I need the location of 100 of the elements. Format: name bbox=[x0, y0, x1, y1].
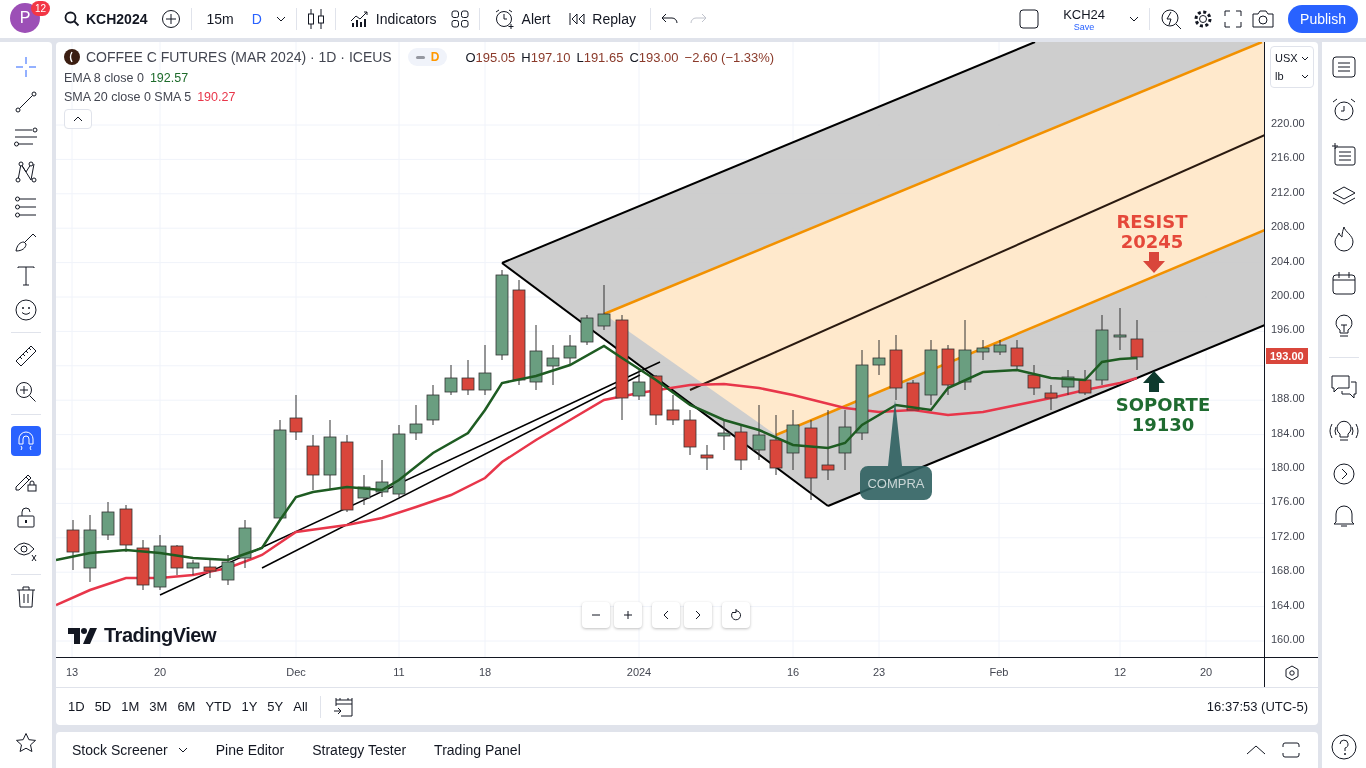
caret-icon[interactable] bbox=[275, 16, 286, 22]
trash-icon[interactable] bbox=[16, 586, 36, 608]
price-tick: 180.00 bbox=[1271, 461, 1305, 473]
caret-icon bbox=[1301, 73, 1309, 79]
zoom-out-button[interactable] bbox=[582, 602, 610, 628]
date-tick: 20 bbox=[1199, 666, 1213, 678]
indicator-name[interactable]: EMA 8 close 0 bbox=[64, 71, 144, 85]
range-button[interactable]: 6M bbox=[173, 695, 200, 718]
alarm-clock-icon[interactable] bbox=[1331, 97, 1357, 123]
camera-icon[interactable] bbox=[1252, 10, 1275, 28]
pattern-icon[interactable] bbox=[15, 161, 37, 183]
chevron-up-icon[interactable] bbox=[1246, 745, 1266, 755]
alert-button[interactable]: Alert bbox=[489, 6, 555, 32]
last-price-label: 193.00 bbox=[1266, 348, 1308, 364]
undo-icon[interactable] bbox=[660, 13, 679, 25]
eye-icon[interactable] bbox=[13, 541, 39, 563]
chat-icon[interactable] bbox=[1331, 375, 1357, 399]
coffee-bean-icon bbox=[64, 49, 80, 65]
date-tick: Feb bbox=[989, 666, 1009, 678]
replay-button[interactable]: Replay bbox=[564, 9, 640, 29]
ruler-icon[interactable] bbox=[14, 344, 38, 368]
parallel-lines-icon[interactable] bbox=[14, 126, 38, 148]
text-icon[interactable] bbox=[17, 266, 35, 286]
range-button[interactable]: 3M bbox=[145, 695, 172, 718]
lightbulb-icon[interactable] bbox=[1333, 314, 1355, 340]
logo-icon bbox=[68, 627, 98, 644]
price-change: −2.60 (−1.33%) bbox=[684, 49, 775, 65]
alarm-clock-icon bbox=[493, 8, 516, 30]
candles-icon[interactable] bbox=[306, 8, 325, 30]
caret-icon[interactable] bbox=[1129, 16, 1140, 22]
price-tick: 200.00 bbox=[1271, 289, 1305, 301]
chevron-right-icon bbox=[695, 610, 701, 620]
range-button[interactable]: 1Y bbox=[237, 695, 262, 718]
layers-icon[interactable] bbox=[1331, 185, 1357, 207]
plus-icon bbox=[623, 610, 633, 620]
maximize-icon[interactable] bbox=[1282, 742, 1300, 758]
quick-search-icon[interactable] bbox=[1160, 8, 1183, 30]
indicator-value: 190.27 bbox=[197, 90, 236, 104]
smiley-icon[interactable] bbox=[15, 299, 37, 321]
layout-button[interactable]: KCH24 Save bbox=[1049, 6, 1120, 32]
help-icon[interactable] bbox=[1331, 734, 1357, 760]
add-list-icon[interactable] bbox=[1331, 142, 1357, 166]
price-tick: 172.00 bbox=[1271, 529, 1305, 542]
symbol-search[interactable]: KCH2024 bbox=[60, 9, 152, 29]
reset-button[interactable] bbox=[722, 602, 750, 628]
fib-levels-icon[interactable] bbox=[15, 196, 37, 218]
chevron-left-icon bbox=[663, 610, 669, 620]
broadcast-bulb-icon[interactable] bbox=[1328, 418, 1360, 444]
price-tick: 212.00 bbox=[1271, 185, 1305, 198]
price-tick: 188.00 bbox=[1271, 392, 1305, 405]
search-icon bbox=[64, 11, 80, 27]
unit-select[interactable]: lb bbox=[1271, 67, 1313, 85]
support-label: SOPORTE 19130 bbox=[1115, 394, 1211, 435]
publish-button[interactable]: Publish bbox=[1288, 5, 1358, 33]
reset-icon bbox=[730, 609, 742, 621]
magnet-button[interactable] bbox=[11, 426, 41, 456]
ohlc-value: H197.10 bbox=[521, 49, 571, 65]
flame-icon[interactable] bbox=[1333, 226, 1355, 252]
range-button[interactable]: All bbox=[289, 695, 312, 718]
ohlc-value: L191.65 bbox=[576, 49, 624, 65]
notification-bell-icon[interactable] bbox=[1333, 504, 1355, 528]
panel-tab[interactable]: Strategy Tester bbox=[306, 738, 413, 762]
brush-icon[interactable] bbox=[14, 231, 38, 253]
panel-tab[interactable]: Pine Editor bbox=[209, 738, 291, 762]
currency-select[interactable]: USX bbox=[1271, 49, 1313, 67]
panel-tab[interactable]: Stock Screener bbox=[66, 738, 194, 762]
play-icon[interactable] bbox=[1333, 463, 1355, 485]
panel-tab[interactable]: Trading Panel bbox=[428, 738, 527, 762]
price-tick: 204.00 bbox=[1271, 254, 1305, 267]
price-tick: 216.00 bbox=[1271, 151, 1305, 164]
price-tick: 196.00 bbox=[1271, 323, 1305, 336]
trend-line-icon[interactable] bbox=[15, 91, 37, 113]
chart-interval-button[interactable]: D bbox=[247, 9, 266, 29]
interval-button[interactable]: 15m bbox=[202, 9, 238, 29]
add-icon[interactable] bbox=[161, 9, 182, 29]
date-tick: 11 bbox=[393, 666, 405, 678]
symbol-title: COFFEE C FUTURES (MAR 2024) · 1D · ICEUS bbox=[86, 49, 392, 65]
date-range-icon[interactable] bbox=[332, 696, 355, 717]
range-button[interactable]: 5Y bbox=[263, 695, 288, 718]
date-tick: Dec bbox=[286, 666, 306, 678]
range-button[interactable]: 1D bbox=[64, 695, 89, 718]
indicator-value: 192.57 bbox=[149, 71, 189, 85]
square-icon[interactable] bbox=[1019, 9, 1040, 29]
fullscreen-icon[interactable] bbox=[1224, 10, 1243, 28]
indicators-button[interactable]: Indicators bbox=[345, 8, 441, 30]
range-button[interactable]: YTD bbox=[201, 695, 236, 718]
price-tick: 164.00 bbox=[1271, 598, 1305, 611]
range-button[interactable]: 1M bbox=[117, 695, 144, 718]
unlock-icon[interactable] bbox=[17, 506, 35, 528]
settings-icon[interactable] bbox=[1283, 664, 1300, 681]
magnet-icon bbox=[16, 431, 36, 451]
watchlist-icon[interactable] bbox=[1332, 56, 1356, 78]
zoom-in-icon[interactable] bbox=[15, 381, 37, 403]
star-icon[interactable] bbox=[15, 732, 37, 754]
price-tick: 160.00 bbox=[1271, 633, 1305, 645]
range-button[interactable]: 5D bbox=[90, 695, 116, 718]
layout-grid-icon[interactable] bbox=[450, 10, 469, 28]
zoom-in-button[interactable] bbox=[614, 602, 642, 628]
indicator-name[interactable]: SMA 20 close 0 SMA 5 bbox=[64, 90, 192, 104]
calendar-icon[interactable] bbox=[1332, 271, 1356, 295]
